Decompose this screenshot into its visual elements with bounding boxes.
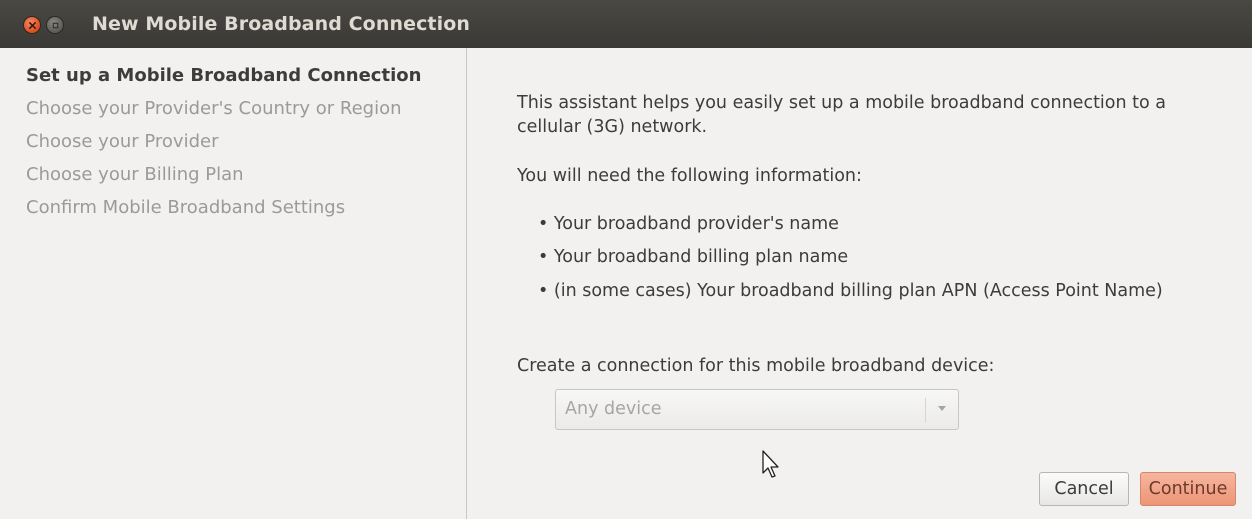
bullet-billing-plan-apn: • (in some cases) Your broadband billing… <box>538 281 1163 301</box>
step-confirm-settings: Confirm Mobile Broadband Settings <box>26 197 346 218</box>
assistant-content: This assistant helps you easily set up a… <box>467 48 1252 519</box>
dialog-window: New Mobile Broadband Connection Set up a… <box>0 0 1252 519</box>
required-info-heading: You will need the following information: <box>517 166 862 186</box>
continue-button[interactable]: Continue <box>1140 472 1236 506</box>
dropdown-separator <box>925 398 926 422</box>
bullet-provider-name: • Your broadband provider's name <box>538 214 839 234</box>
device-select[interactable]: Any device <box>555 389 959 430</box>
close-icon <box>28 21 36 29</box>
step-setup: Set up a Mobile Broadband Connection <box>26 65 422 86</box>
bullet-billing-plan-name: • Your broadband billing plan name <box>538 247 849 267</box>
cancel-button[interactable]: Cancel <box>1039 472 1129 506</box>
mouse-pointer-icon <box>762 450 779 478</box>
window-title: New Mobile Broadband Connection <box>92 13 471 35</box>
minimize-button[interactable] <box>47 17 63 33</box>
step-billing-plan: Choose your Billing Plan <box>26 164 244 185</box>
assistant-steps-sidebar: Set up a Mobile Broadband Connection Cho… <box>0 48 467 519</box>
intro-text-line2: cellular (3G) network. <box>517 117 708 137</box>
close-button[interactable] <box>24 17 40 33</box>
intro-text-line1: This assistant helps you easily set up a… <box>517 93 1167 113</box>
minimize-icon <box>52 22 58 28</box>
chevron-down-icon[interactable] <box>938 406 946 411</box>
title-bar[interactable]: New Mobile Broadband Connection <box>0 0 1252 48</box>
device-select-value: Any device <box>565 399 662 419</box>
step-provider: Choose your Provider <box>26 131 219 152</box>
device-select-label: Create a connection for this mobile broa… <box>517 356 995 376</box>
step-country-region: Choose your Provider's Country or Region <box>26 98 402 119</box>
